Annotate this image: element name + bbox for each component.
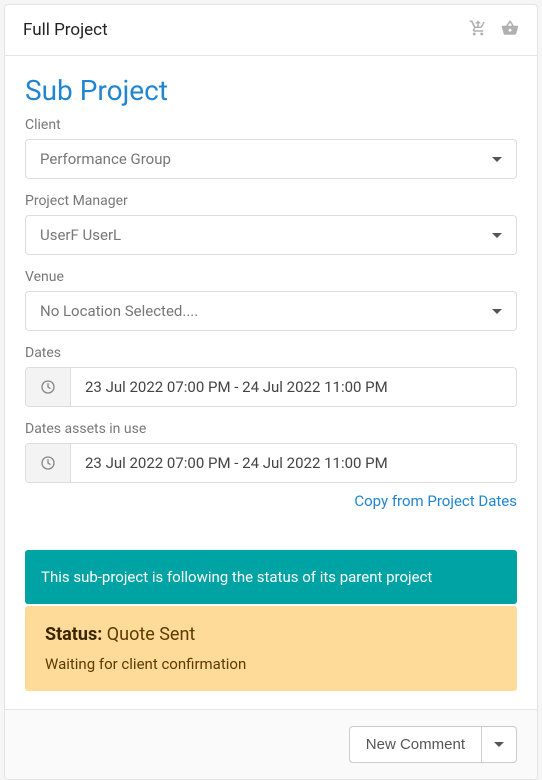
comment-button-group: New Comment xyxy=(349,726,517,763)
cart-add-icon[interactable] xyxy=(469,19,487,41)
project-card: Full Project Sub Project Client Performa… xyxy=(4,4,538,780)
venue-select[interactable]: No Location Selected.... xyxy=(25,291,517,331)
dates-label: Dates xyxy=(25,345,517,361)
copy-dates-link[interactable]: Copy from Project Dates xyxy=(354,492,517,510)
clock-icon xyxy=(40,455,56,471)
clock-addon xyxy=(26,368,71,406)
client-value: Performance Group xyxy=(40,150,171,168)
clock-addon xyxy=(26,444,71,482)
dates-value: 23 Jul 2022 07:00 PM - 24 Jul 2022 11:00… xyxy=(71,368,516,406)
header-actions xyxy=(469,19,519,41)
client-select[interactable]: Performance Group xyxy=(25,139,517,179)
dates-assets-group: Dates assets in use 23 Jul 2022 07:00 PM… xyxy=(25,421,517,510)
venue-value: No Location Selected.... xyxy=(40,302,198,320)
new-comment-button[interactable]: New Comment xyxy=(349,726,481,763)
card-footer: New Comment xyxy=(5,709,537,779)
pm-value: UserF UserL xyxy=(40,226,121,244)
pm-select[interactable]: UserF UserL xyxy=(25,215,517,255)
dates-assets-value: 23 Jul 2022 07:00 PM - 24 Jul 2022 11:00… xyxy=(71,444,516,482)
dates-input[interactable]: 23 Jul 2022 07:00 PM - 24 Jul 2022 11:00… xyxy=(25,367,517,407)
status-label: Status: xyxy=(45,624,102,645)
following-status-alert: This sub-project is following the status… xyxy=(25,550,517,604)
clock-icon xyxy=(40,379,56,395)
basket-icon[interactable] xyxy=(501,19,519,41)
status-line: Status: Quote Sent xyxy=(45,624,497,645)
dates-assets-input[interactable]: 23 Jul 2022 07:00 PM - 24 Jul 2022 11:00… xyxy=(25,443,517,483)
venue-group: Venue No Location Selected.... xyxy=(25,269,517,331)
subproject-title: Sub Project xyxy=(25,74,517,107)
new-comment-dropdown-button[interactable] xyxy=(481,726,517,763)
copy-dates-wrapper: Copy from Project Dates xyxy=(25,491,517,510)
pm-label: Project Manager xyxy=(25,193,517,209)
venue-label: Venue xyxy=(25,269,517,285)
caret-down-icon xyxy=(492,233,502,238)
card-header: Full Project xyxy=(5,5,537,56)
caret-down-icon xyxy=(492,157,502,162)
status-value: Quote Sent xyxy=(107,624,196,645)
dates-assets-label: Dates assets in use xyxy=(25,421,517,437)
dates-group: Dates 23 Jul 2022 07:00 PM - 24 Jul 2022… xyxy=(25,345,517,407)
client-label: Client xyxy=(25,117,517,133)
caret-down-icon xyxy=(492,309,502,314)
status-description: Waiting for client confirmation xyxy=(45,655,497,673)
caret-down-icon xyxy=(494,742,504,747)
status-alert: Status: Quote Sent Waiting for client co… xyxy=(25,606,517,691)
card-title: Full Project xyxy=(23,20,108,40)
card-body: Sub Project Client Performance Group Pro… xyxy=(5,56,537,709)
client-group: Client Performance Group xyxy=(25,117,517,179)
pm-group: Project Manager UserF UserL xyxy=(25,193,517,255)
